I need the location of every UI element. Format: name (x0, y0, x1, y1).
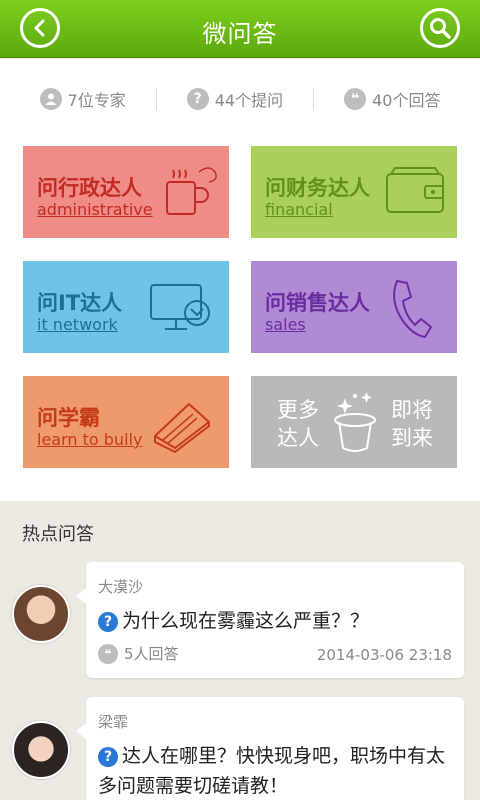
tile-title: 问IT达人 (37, 291, 123, 315)
coming-soon-label: 即将 到来 (391, 396, 433, 452)
avatar[interactable] (12, 721, 70, 779)
quote-icon: ❝ (98, 643, 118, 664)
hot-qa-heading: 热点问答 (22, 524, 94, 545)
coming-label-top: 即将 (391, 398, 433, 422)
tile-subtitle: it network (37, 315, 118, 334)
category-tile-it[interactable]: 问IT达人 it network (23, 261, 229, 353)
question-icon: ? (98, 746, 118, 767)
monitor-icon (150, 284, 210, 330)
avatar[interactable] (12, 585, 70, 643)
answer-count-label: 5人回答 (124, 645, 179, 663)
author-name: 梁霏 (98, 713, 129, 731)
category-tile-learn-to-bully[interactable]: 问学霸 learn to bully (23, 376, 229, 468)
quote-icon: ❝ (344, 88, 367, 110)
more-experts-label: 更多 达人 (277, 396, 319, 452)
search-icon (430, 18, 451, 39)
tile-subtitle: administrative (37, 200, 153, 219)
timestamp: 2014-03-06 23:18 (316, 646, 452, 664)
category-tile-sales[interactable]: 问销售达人 sales (251, 261, 457, 353)
answers-count: 40个回答 (372, 91, 441, 110)
tile-title: 问行政达人 (37, 176, 142, 200)
question-text: ? 为什么现在雾霾这么严重？？ (98, 606, 452, 636)
coffee-mug-icon (166, 167, 217, 215)
experts-count: 7位专家 (67, 91, 126, 110)
stats-bar: 7位专家 ? 44个提问 ❝ 40个回答 (0, 59, 480, 139)
tile-subtitle: learn to bully (37, 430, 143, 449)
magic-hat-icon (334, 392, 376, 452)
question-body: 为什么现在雾霾这么严重？？ (122, 610, 370, 632)
search-button[interactable] (420, 8, 460, 48)
tile-title: 问学霸 (37, 406, 100, 430)
question-icon: ? (98, 611, 118, 632)
question-body: 达人在哪里？快快现身吧，职场中有太多问题需要切磋请教！ (98, 745, 446, 797)
question-text: ? 达人在哪里？快快现身吧，职场中有太多问题需要切磋请教！ (98, 741, 452, 800)
author-name: 大漠沙 (98, 578, 144, 596)
phone-icon (393, 280, 432, 338)
answers-stat[interactable]: ❝ 40个回答 (314, 87, 470, 111)
answer-count: ❝ 5人回答 (98, 643, 179, 664)
more-label-top: 更多 (277, 398, 319, 422)
tile-subtitle: sales (265, 315, 306, 334)
app-header: 微问答 (0, 0, 480, 58)
tile-title: 问财务达人 (265, 176, 370, 200)
experts-stat[interactable]: 7位专家 (10, 87, 156, 111)
tile-title: 问销售达人 (265, 291, 370, 315)
question-icon: ? (186, 88, 209, 110)
book-icon (154, 403, 210, 454)
category-tile-coming-soon[interactable]: 更多 达人 即将 到来 (251, 376, 457, 468)
category-tile-administrative[interactable]: 问行政达人 administrative (23, 146, 229, 238)
coming-label-bottom: 到来 (391, 426, 433, 450)
qa-card[interactable]: 大漠沙 ? 为什么现在雾霾这么严重？？ ❝ 5人回答 2014-03-06 23:… (76, 562, 464, 678)
page-title: 微问答 (202, 20, 278, 48)
questions-stat[interactable]: ? 44个提问 (157, 87, 313, 111)
category-tile-financial[interactable]: 问财务达人 financial (251, 146, 457, 238)
more-label-bottom: 达人 (277, 426, 319, 450)
tile-subtitle: financial (265, 200, 333, 219)
qa-card[interactable]: 梁霏 ? 达人在哪里？快快现身吧，职场中有太多问题需要切磋请教！ (76, 697, 464, 800)
wallet-icon (386, 167, 444, 213)
questions-count: 44个提问 (214, 91, 284, 110)
person-icon (39, 88, 62, 110)
